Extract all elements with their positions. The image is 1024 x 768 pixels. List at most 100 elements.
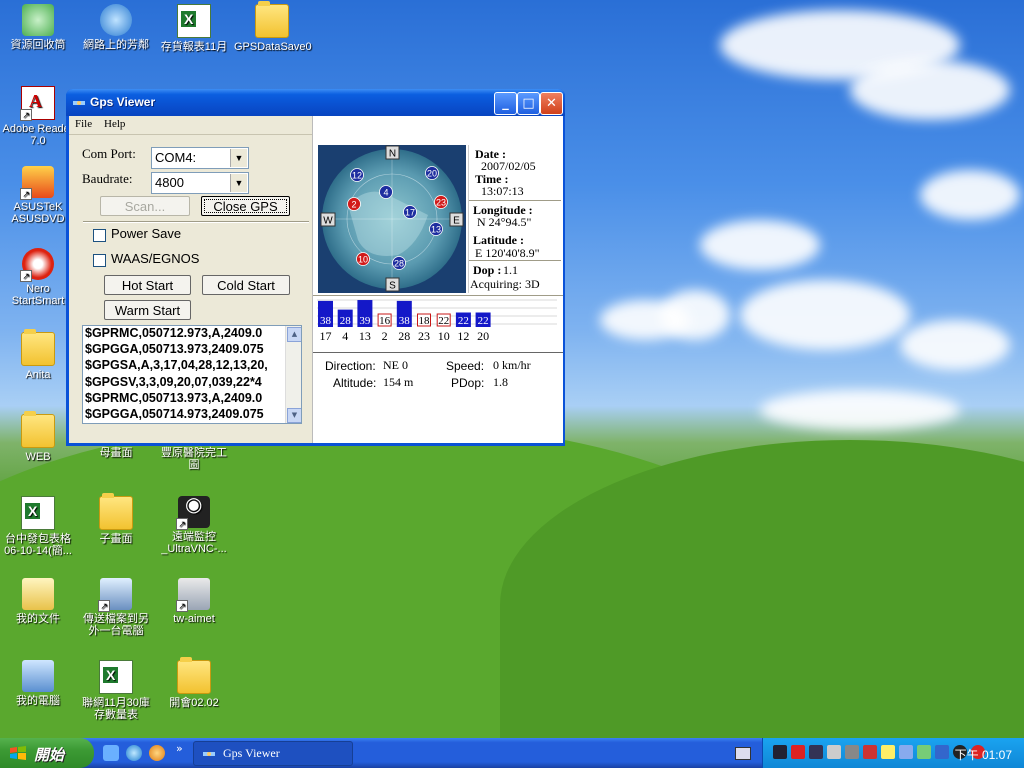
info-box: Date : 2007/02/05 Time : 13:07:13 Longit…	[468, 145, 561, 293]
nmea-line: $GPGGA,050714.973,2409.075	[85, 406, 264, 421]
nmea-log-list[interactable]: $GPRMC,050712.973,A,2409.0 $GPGGA,050713…	[82, 325, 302, 424]
excel-icon	[99, 660, 133, 694]
taskbar-item-gps-viewer[interactable]: Gps Viewer	[193, 741, 353, 766]
satellite-marker: 10	[356, 252, 370, 266]
satellite-marker: 23	[434, 195, 448, 209]
desktop-icon-recycle-bin[interactable]: 資源回收筒	[0, 4, 76, 51]
desktop-icon-ultravnc[interactable]: 遠端監控 _UltraVNC-...	[156, 496, 232, 555]
desktop-icon-network[interactable]: 網路上的芳鄰	[78, 4, 154, 51]
desktop-icon-web[interactable]: WEB	[0, 411, 76, 463]
altitude-label: Altitude:	[333, 376, 377, 390]
usb-tray-icon[interactable]	[827, 745, 841, 759]
desktop-icon-asusdvd[interactable]: ASUSTeK ASUSDVD	[0, 166, 76, 225]
maximize-icon: □	[522, 96, 535, 111]
menu-help[interactable]: Help	[104, 118, 125, 130]
network-tray-icon[interactable]	[809, 745, 823, 759]
signal-strength-chart: 38 17 28 4 39 13 16 2 38 28 18 23 22 10 22 12 22 20	[317, 299, 557, 342]
desktop-icon-child-screen[interactable]: 子畫面	[78, 493, 154, 545]
display-tray-icon[interactable]	[845, 745, 859, 759]
chevron-down-icon[interactable]: ▼	[230, 149, 247, 167]
title-bar[interactable]: Gps Viewer _ □ ✕	[66, 89, 565, 116]
taskbar: 開始 » Gps Viewer 下午 01:07	[0, 738, 1024, 768]
scrollbar[interactable]: ▲ ▼	[285, 326, 301, 423]
maximize-button[interactable]: □	[517, 92, 540, 115]
direction-label: Direction:	[325, 359, 376, 373]
satellite-prn-label: 23	[418, 329, 430, 342]
signal-snr-label: 22	[458, 315, 469, 327]
network-icon	[100, 4, 132, 36]
desktop-icon-my-computer[interactable]: 我的電腦	[0, 660, 76, 707]
sky-view: N S W E 12 20 4 2 23 17 13 10 28	[318, 145, 466, 293]
update-tray-icon[interactable]	[899, 745, 913, 759]
desktop-icon-my-documents[interactable]: 我的文件	[0, 578, 76, 625]
desktop-icon-adobe[interactable]: Adobe Reader 7.0	[0, 86, 76, 147]
minimize-button[interactable]: _	[494, 92, 517, 115]
chevron-down-icon[interactable]: ▼	[230, 174, 247, 192]
baudrate-select[interactable]: 4800 ▼	[151, 172, 249, 194]
desktop-icon-taichung-excel[interactable]: 台中發包表格 06-10-14(簡...	[0, 496, 76, 557]
close-button[interactable]: ✕	[540, 92, 563, 115]
compass-w: W	[320, 212, 336, 227]
desktop-icon-parent-screen[interactable]: 母畫面	[78, 447, 154, 459]
satellite-marker: 13	[429, 222, 443, 236]
computer-icon	[22, 660, 54, 692]
internet-explorer-icon[interactable]	[126, 745, 142, 761]
compass-n: N	[385, 145, 400, 160]
separator	[313, 352, 563, 354]
documents-icon	[22, 578, 54, 610]
cold-start-button[interactable]: Cold Start	[202, 275, 290, 295]
waas-egnos-checkbox[interactable]	[93, 254, 106, 267]
close-icon: ✕	[546, 96, 557, 111]
satellite-id: 17	[405, 208, 415, 218]
longitude-value: N 24°94.5"	[477, 215, 532, 229]
start-button[interactable]: 開始	[0, 738, 94, 768]
close-gps-button[interactable]: Close GPS	[201, 196, 290, 216]
scan-button[interactable]: Scan...	[100, 196, 190, 216]
power-save-checkbox[interactable]	[93, 229, 106, 242]
volume-tray-icon[interactable]	[917, 745, 931, 759]
desktop-icon-hospital[interactable]: 豐原醫院完工圖	[156, 447, 232, 471]
bluetooth-tray-icon[interactable]	[935, 745, 949, 759]
desktop-icon-nero[interactable]: Nero StartSmart	[0, 248, 76, 307]
satellite-id: 13	[431, 225, 441, 235]
direction-value: NE 0	[383, 358, 408, 372]
power-save-label: Power Save	[111, 226, 182, 241]
scroll-down-icon[interactable]: ▼	[287, 408, 301, 423]
adobe-reader-icon	[20, 86, 55, 121]
desktop-icon-anita[interactable]: Anita	[0, 329, 76, 381]
signal-snr-label: 38	[320, 315, 332, 327]
windows-logo-icon	[10, 746, 26, 760]
media-player-icon[interactable]	[149, 745, 165, 761]
satellite-id: 12	[352, 171, 362, 181]
menu-file[interactable]: File	[75, 118, 92, 130]
quicklaunch-chevron-icon[interactable]: »	[176, 742, 183, 755]
keyboard-icon[interactable]	[735, 747, 751, 760]
nmea-line: $GPGGA,050713.973,2409.075	[85, 342, 264, 357]
gps-status-panel: N S W E 12 20 4 2 23 17 13 10 28 Date : 2007/02/…	[312, 116, 563, 443]
desktop-icon-send-file[interactable]: 傳送檔案到另外一台電腦	[78, 578, 154, 637]
acquiring-status: Acquiring: 3D	[470, 277, 540, 291]
satellite-prn-label: 4	[342, 329, 348, 342]
antivirus-tray-icon[interactable]	[791, 745, 805, 759]
com-port-select[interactable]: COM4: ▼	[151, 147, 249, 169]
svg-text:N: N	[389, 149, 396, 160]
show-desktop-icon[interactable]	[103, 745, 119, 761]
desktop-icon-meeting[interactable]: 開會02.02	[156, 657, 232, 709]
desktop-icon-gps-folder[interactable]: GPSDataSave0	[234, 1, 312, 53]
wireless-tray-icon[interactable]	[881, 745, 895, 759]
desktop-icon-stock-excel[interactable]: 聯網11月30庫存數量表	[78, 660, 154, 721]
desktop-icon-tw-aimet[interactable]: tw-aimet	[156, 578, 232, 625]
scroll-up-icon[interactable]: ▲	[287, 327, 301, 342]
separator	[469, 260, 561, 262]
excel-icon	[21, 496, 55, 530]
satellite-icon	[203, 752, 215, 756]
desktop-icon-excel-inventory[interactable]: 存貨報表11月	[156, 4, 232, 53]
com-port-label: Com Port:	[82, 146, 136, 161]
warm-start-button[interactable]: Warm Start	[104, 300, 191, 320]
window-title: Gps Viewer	[90, 95, 156, 109]
network-tray-icon[interactable]	[773, 745, 787, 759]
hot-start-button[interactable]: Hot Start	[104, 275, 191, 295]
baudrate-value: 4800	[155, 175, 184, 190]
alert-tray-icon[interactable]	[863, 745, 877, 759]
satellite-prn-label: 17	[320, 329, 332, 342]
